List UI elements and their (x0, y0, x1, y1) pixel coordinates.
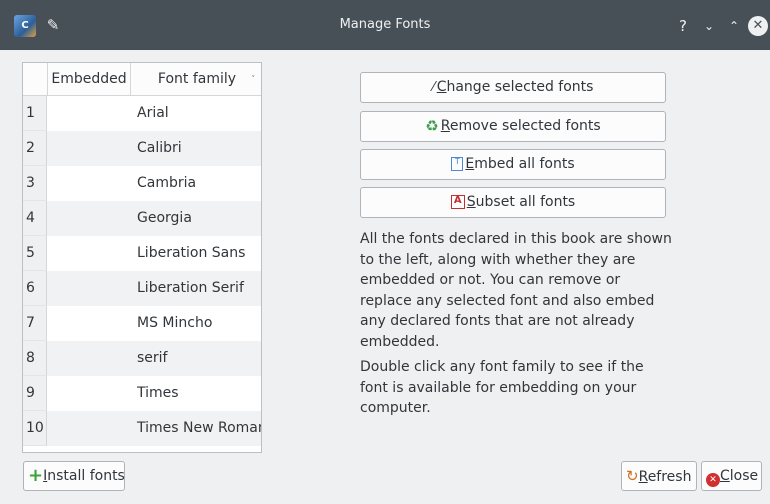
subset-font-icon: A (450, 195, 465, 209)
embedded-cell[interactable] (47, 131, 131, 166)
row-number: 8 (23, 341, 47, 376)
font-family-cell[interactable]: Calibri (137, 131, 182, 166)
mnemonic: C (720, 468, 730, 484)
table-row[interactable]: 3 Cambria (23, 166, 261, 201)
column-header-embedded[interactable]: Embedded (47, 63, 131, 96)
font-family-cell[interactable]: Times (137, 376, 179, 411)
table-row[interactable]: 7 MS Mincho (23, 306, 261, 341)
embedded-cell[interactable] (47, 236, 131, 271)
row-number: 2 (23, 131, 47, 166)
mnemonic: R (440, 118, 450, 134)
minimize-button[interactable]: ⌄ (699, 16, 719, 36)
embed-all-fonts-button[interactable]: T Embed all fonts (360, 149, 666, 180)
maximize-button[interactable]: ⌃ (724, 16, 744, 36)
embedded-cell[interactable] (47, 376, 131, 411)
row-number: 5 (23, 236, 47, 271)
button-label: nstall fonts (47, 468, 125, 484)
font-family-cell[interactable]: MS Mincho (137, 306, 212, 341)
row-number: 7 (23, 306, 47, 341)
table-row[interactable]: 4 Georgia (23, 201, 261, 236)
font-family-cell[interactable]: Cambria (137, 166, 196, 201)
column-header-font-family[interactable]: Font family ˅ (131, 63, 261, 96)
embed-font-icon: T (451, 157, 464, 171)
row-number: 10 (23, 411, 47, 446)
fonts-table[interactable]: Embedded Font family ˅ 1 Arial 2 Calibri… (22, 62, 262, 453)
title-bar: C ✎ Manage Fonts ? ⌄ ⌃ ✕ (0, 0, 770, 50)
button-label: lose (729, 468, 759, 484)
font-family-cell[interactable]: Liberation Sans (137, 236, 245, 271)
row-number: 9 (23, 376, 47, 411)
embedded-cell[interactable] (47, 166, 131, 201)
button-label: ubset all fonts (475, 194, 576, 210)
close-window-button[interactable]: ✕ (748, 16, 768, 36)
close-icon: ✕ (706, 473, 720, 487)
button-label: efresh (647, 469, 692, 485)
font-family-cell[interactable]: Liberation Serif (137, 271, 244, 306)
button-label: emove selected fonts (449, 118, 601, 134)
mnemonic: S (466, 194, 476, 210)
row-number-header (23, 63, 47, 96)
row-number: 4 (23, 201, 47, 236)
table-row[interactable]: 8 serif (23, 341, 261, 376)
window-title: Manage Fonts (339, 17, 431, 32)
embedded-cell[interactable] (47, 96, 131, 131)
column-header-font-family-label: Font family (157, 71, 237, 87)
subset-all-fonts-button[interactable]: A Subset all fonts (360, 187, 666, 218)
button-label: hange selected fonts (446, 79, 594, 95)
install-fonts-button[interactable]: +Install fonts (23, 461, 125, 491)
table-row[interactable]: 5 Liberation Sans (23, 236, 261, 271)
table-row[interactable]: 10 Times New Roman (23, 411, 261, 446)
embedded-cell[interactable] (47, 411, 131, 446)
embedded-cell[interactable] (47, 271, 131, 306)
change-selected-fonts-button[interactable]: ⁄ Change selected fonts (360, 72, 666, 103)
table-header: Embedded Font family ˅ (23, 63, 261, 96)
plus-icon: + (28, 465, 44, 486)
table-row[interactable]: 1 Arial (23, 96, 261, 131)
row-number: 3 (23, 166, 47, 201)
embedded-cell[interactable] (47, 341, 131, 376)
help-button[interactable]: ? (673, 16, 693, 36)
table-row[interactable]: 2 Calibri (23, 131, 261, 166)
table-row[interactable]: 9 Times (23, 376, 261, 411)
embedded-cell[interactable] (47, 201, 131, 236)
embedded-cell[interactable] (47, 306, 131, 341)
recycle-icon: ♻ (425, 116, 439, 135)
font-family-cell[interactable]: Georgia (137, 201, 192, 236)
font-family-cell[interactable]: Times New Roman (137, 411, 261, 446)
close-button[interactable]: ✕ Close (701, 461, 762, 491)
refresh-icon: ↻ (626, 467, 639, 485)
font-family-cell[interactable]: serif (137, 341, 167, 376)
table-row[interactable]: 6 Liberation Serif (23, 271, 261, 306)
row-number: 1 (23, 96, 47, 131)
sort-indicator-icon: ˅ (251, 75, 256, 83)
button-label: mbed all fonts (474, 156, 575, 172)
magic-wand-icon: ⁄ (432, 79, 435, 95)
mnemonic: R (638, 469, 648, 485)
font-family-cell[interactable]: Arial (137, 96, 169, 131)
description-paragraph-2: Double click any font family to see if t… (360, 359, 644, 416)
mnemonic: E (465, 156, 475, 172)
row-number: 6 (23, 271, 47, 306)
description-paragraph-1: All the fonts declared in this book are … (360, 231, 672, 350)
remove-selected-fonts-button[interactable]: ♻ Remove selected fonts (360, 111, 666, 142)
refresh-button[interactable]: ↻Refresh (621, 461, 697, 491)
